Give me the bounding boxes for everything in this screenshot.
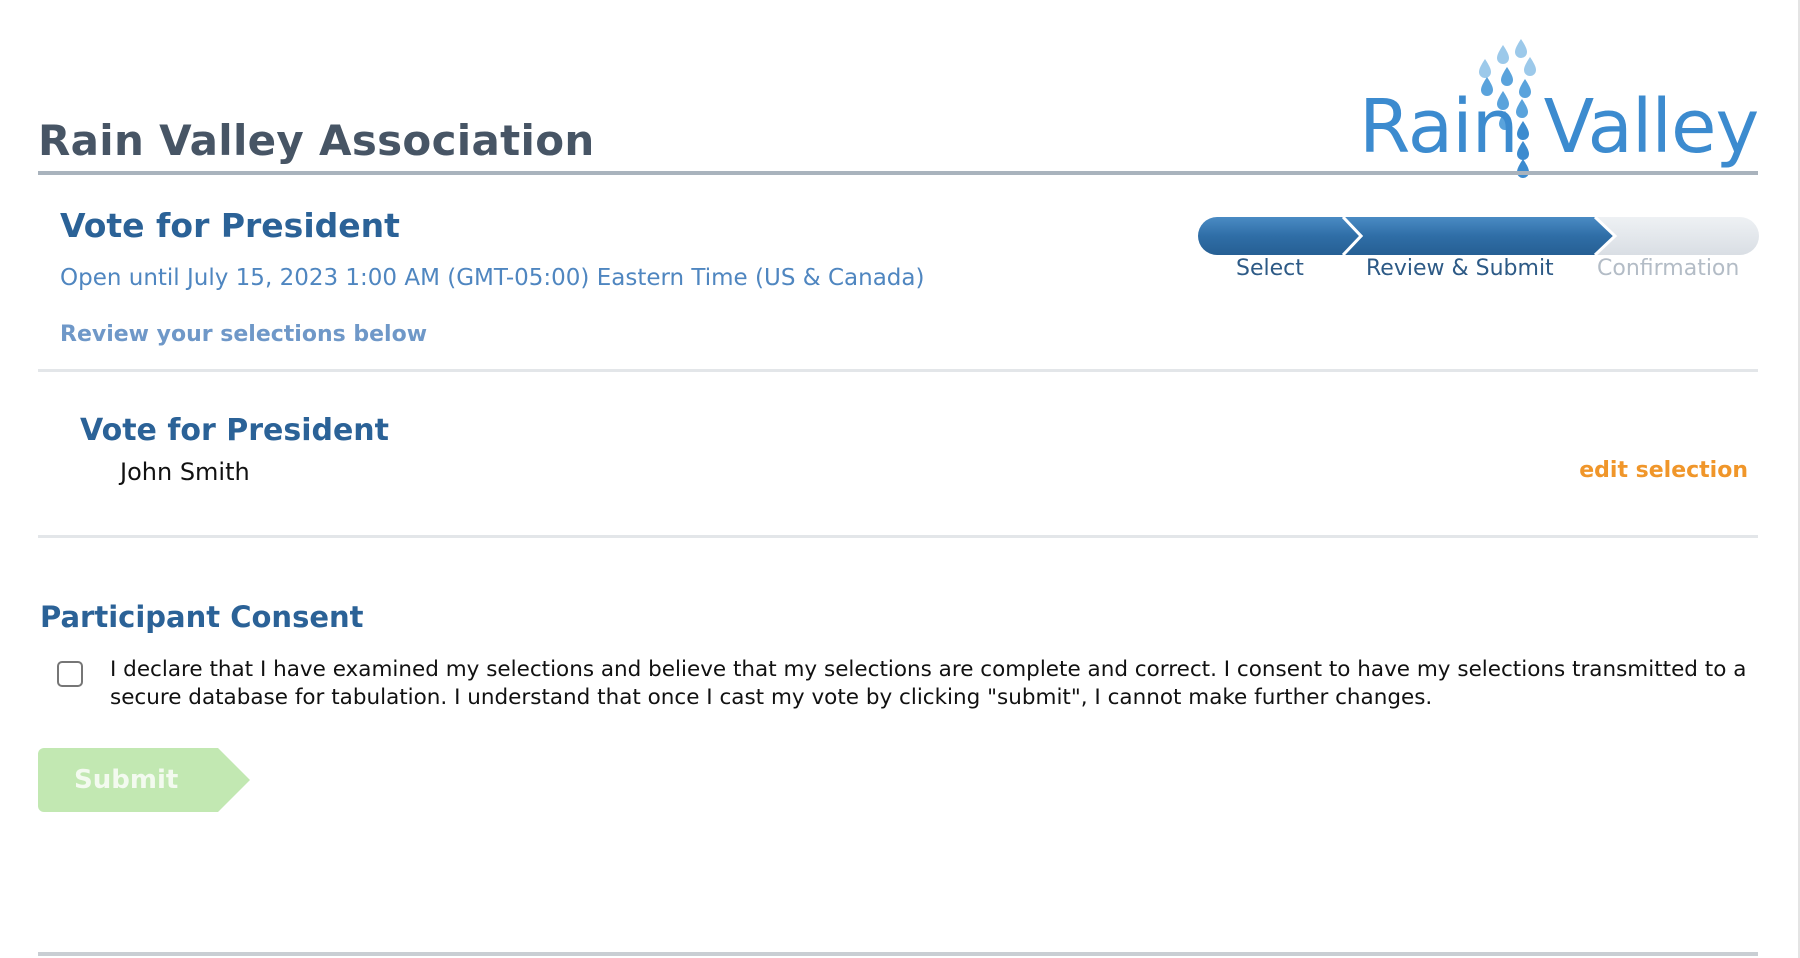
consent-checkbox[interactable] (57, 661, 83, 687)
submit-button[interactable]: Submit (38, 748, 253, 813)
contest-title: Vote for President (80, 413, 390, 448)
logo-wordmark: Rain Valley (1359, 84, 1759, 170)
step-label-select: Select (1236, 256, 1304, 281)
submit-label: Submit (74, 765, 179, 795)
ballot-title: Vote for President (60, 206, 400, 245)
edit-selection-link[interactable]: edit selection (1579, 458, 1748, 483)
section-divider (38, 369, 1758, 372)
selected-candidate: John Smith (120, 458, 250, 486)
section-divider (38, 535, 1758, 538)
header-divider (38, 171, 1758, 175)
organization-title: Rain Valley Association (38, 116, 595, 165)
voting-deadline: Open until July 15, 2023 1:00 AM (GMT-05… (60, 265, 925, 291)
ballot-review-page: Rain Valley Association Rain Valley Vote… (0, 0, 1800, 958)
footer-divider (38, 952, 1758, 956)
step-label-review-submit: Review & Submit (1366, 256, 1554, 281)
progress-step-confirmation (1595, 217, 1759, 255)
progress-step-select (1198, 217, 1361, 255)
consent-title: Participant Consent (40, 600, 364, 634)
progress-step-review (1345, 217, 1615, 255)
progress-indicator (1197, 215, 1760, 257)
rain-valley-logo: Rain Valley (1355, 18, 1760, 178)
step-label-confirmation: Confirmation (1597, 256, 1740, 281)
consent-statement: I declare that I have examined my select… (110, 657, 1747, 710)
review-instructions: Review your selections below (60, 322, 428, 347)
